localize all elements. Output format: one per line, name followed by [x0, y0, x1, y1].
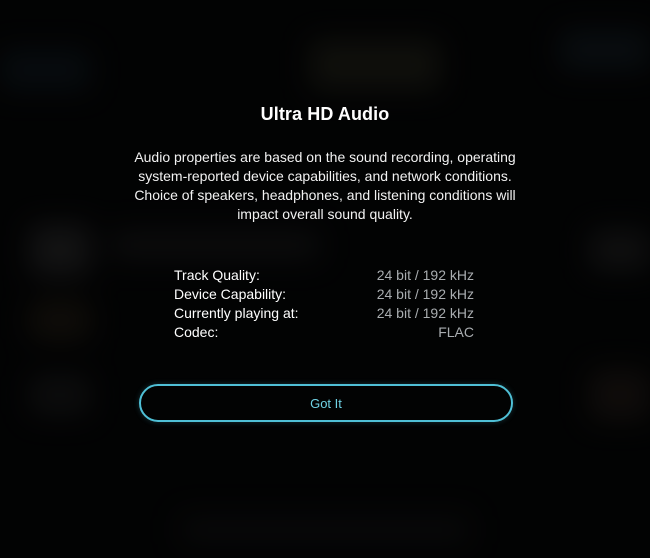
dialog-description: Audio properties are based on the sound …	[134, 149, 516, 222]
property-label: Device Capability:	[174, 286, 287, 302]
property-label: Currently playing at:	[174, 305, 299, 321]
property-label: Codec:	[174, 324, 219, 340]
property-value: 24 bit / 192 kHz	[376, 267, 474, 283]
audio-properties-list: Track Quality: 24 bit / 192 kHz Device C…	[174, 266, 474, 342]
property-row-track-quality: Track Quality: 24 bit / 192 kHz	[174, 266, 474, 285]
property-row-codec: Codec: FLAC	[174, 323, 474, 342]
property-row-device-capability: Device Capability: 24 bit / 192 kHz	[174, 285, 474, 304]
got-it-button[interactable]: Got It	[139, 384, 513, 422]
property-label: Track Quality:	[174, 267, 260, 283]
property-row-currently-playing: Currently playing at: 24 bit / 192 kHz	[174, 304, 474, 323]
app-viewport: Ultra HD Audio Audio properties are base…	[0, 0, 650, 558]
property-value: 24 bit / 192 kHz	[376, 305, 474, 321]
property-value: FLAC	[438, 324, 474, 340]
property-value: 24 bit / 192 kHz	[376, 286, 474, 302]
dialog-title: Ultra HD Audio	[260, 104, 390, 124]
ultra-hd-audio-dialog: Ultra HD Audio Audio properties are base…	[0, 0, 650, 558]
